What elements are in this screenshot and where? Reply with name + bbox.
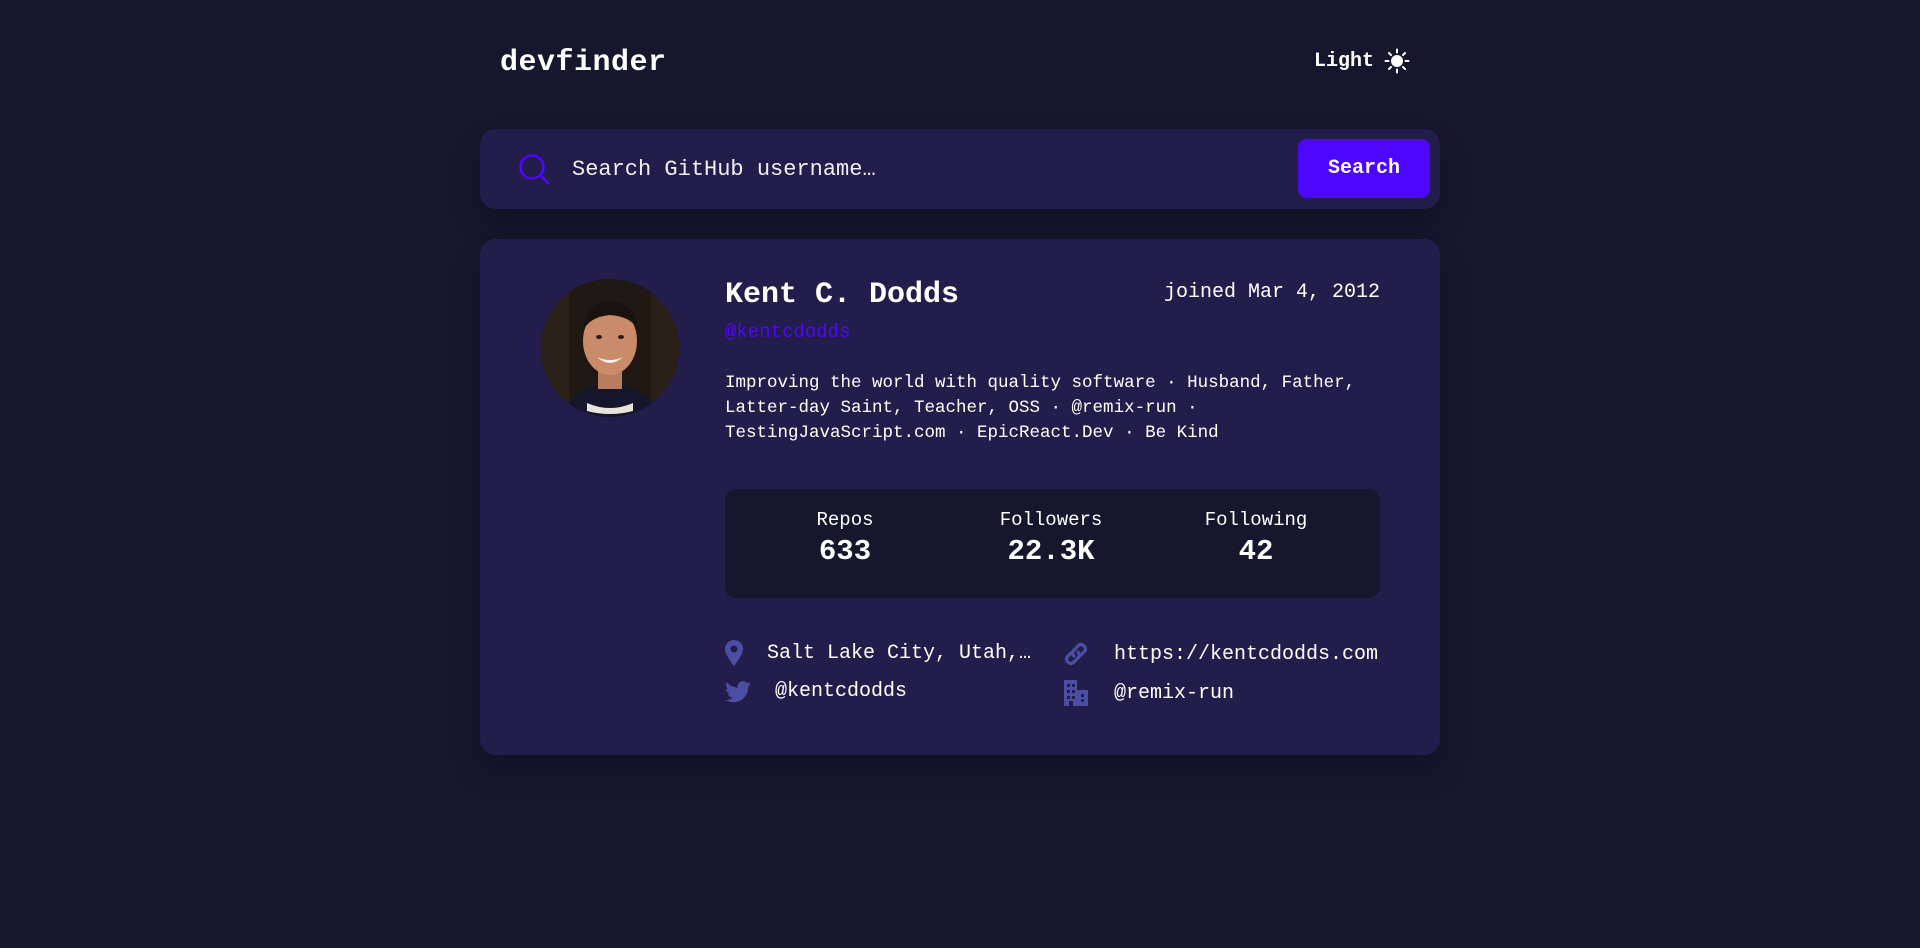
theme-toggle-label: Light [1313,49,1374,73]
stat-label: Following [1204,509,1308,531]
website-link[interactable]: https://kentcdodds.com [1062,640,1378,668]
stat-label: Repos [816,509,874,531]
location-pin-icon [725,640,767,666]
profile-login-link[interactable]: @kentcdodds [725,321,850,343]
twitter-text[interactable]: @kentcdodds [775,680,907,703]
sun-icon [1384,48,1410,74]
search-button[interactable]: Search [1298,139,1430,198]
profile-card: Kent C. Dodds joined Mar 4, 2012 @kentcd… [480,239,1440,755]
stat-following: Following 42 [1156,509,1356,568]
joined-date: joined Mar 4, 2012 [1163,281,1380,304]
twitter-link[interactable]: @kentcdodds [725,680,907,703]
stat-value: 42 [1238,535,1274,568]
app-logo: devfinder [500,46,667,80]
company-text[interactable]: @remix-run [1114,682,1234,705]
bio-line: Improving the world with quality softwar… [725,373,1356,393]
building-icon [1062,680,1114,706]
company-link[interactable]: @remix-run [1062,680,1234,706]
profile-name: Kent C. Dodds [725,278,960,312]
stats-panel: Repos 633 Followers 22.3K Following 42 [725,489,1380,598]
bio-line: TestingJavaScript.com · EpicReact.Dev · … [725,423,1219,443]
location-item: Salt Lake City, Utah,… [725,640,1031,666]
link-icon [1062,640,1114,668]
stat-value: 22.3K [1007,535,1095,568]
app-header: devfinder Light [480,40,1440,86]
search-icon [518,153,552,187]
stat-followers: Followers 22.3K [951,509,1151,568]
bio-line: Latter-day Saint, Teacher, OSS · @remix-… [725,398,1198,418]
stat-repos: Repos 633 [745,509,945,568]
profile-bio: Improving the world with quality softwar… [725,371,1375,446]
stat-value: 633 [818,535,872,568]
location-text: Salt Lake City, Utah,… [767,641,1032,665]
theme-toggle-button[interactable]: Light [1314,48,1410,74]
avatar [541,279,679,417]
website-text[interactable]: https://kentcdodds.com [1114,643,1378,666]
search-input[interactable] [572,147,1212,191]
twitter-icon [725,680,775,703]
search-bar: Search [480,129,1440,209]
stat-label: Followers [999,509,1103,531]
